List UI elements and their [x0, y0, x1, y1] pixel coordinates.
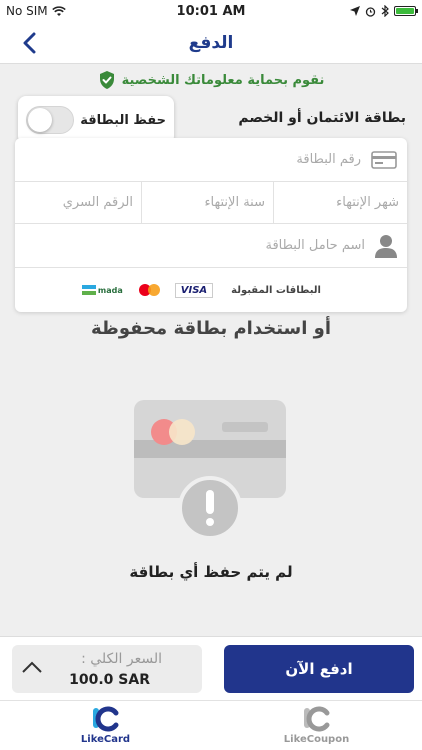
- protection-text: نقوم بحماية معلوماتك الشخصية: [121, 72, 325, 88]
- card-number-field[interactable]: رقم البطاقة: [15, 138, 407, 182]
- expiry-year-placeholder: سنة الإنتهاء: [204, 195, 265, 210]
- accepted-cards-label: البطاقات المقبولة: [231, 284, 321, 296]
- tab-likecard[interactable]: LikeCard: [0, 701, 211, 750]
- page-title: الدفع: [188, 32, 234, 53]
- cvv-placeholder: الرقم السري: [62, 195, 133, 210]
- card-number-placeholder: رقم البطاقة: [296, 152, 361, 167]
- total-price-box[interactable]: السعر الكلي : 100.0 SAR: [12, 645, 202, 693]
- card-form: رقم البطاقة شهر الإنتهاء سنة الإنتهاء ال…: [15, 138, 407, 312]
- mada-logo: mada: [81, 285, 123, 295]
- checkout-bar: السعر الكلي : 100.0 SAR ادفع الآن: [0, 636, 422, 700]
- shield-check-icon: [99, 71, 114, 89]
- tab-bar: LikeCard LikeCoupon: [0, 700, 422, 750]
- status-bar: No SIM 10:01 AM: [0, 0, 422, 22]
- location-arrow-icon: [350, 6, 360, 16]
- no-card-illustration: [134, 400, 286, 540]
- holder-name-placeholder: اسم حامل البطاقة: [265, 238, 365, 253]
- likecard-logo-icon: [92, 706, 118, 732]
- expiry-cvv-row: شهر الإنتهاء سنة الإنتهاء الرقم السري: [15, 182, 407, 224]
- mada-logo-text: mada: [97, 285, 123, 295]
- save-card-toggle-box: حفظ البطاقة: [18, 96, 174, 144]
- person-icon: [375, 234, 397, 258]
- protection-note: نقوم بحماية معلوماتك الشخصية: [0, 70, 422, 90]
- mastercard-logo: [138, 284, 161, 296]
- back-button[interactable]: [14, 28, 44, 58]
- tab-likecoupon-label: LikeCoupon: [283, 734, 350, 745]
- credit-card-icon: [371, 150, 397, 169]
- total-price-label: السعر الكلي :: [81, 651, 162, 667]
- chevron-up-icon[interactable]: [20, 657, 44, 677]
- save-card-switch[interactable]: [26, 106, 74, 134]
- visa-logo: VISA: [174, 282, 214, 298]
- alarm-icon: [365, 6, 376, 17]
- save-card-label: حفظ البطاقة: [80, 112, 166, 128]
- carrier-label: No SIM: [6, 4, 48, 18]
- holder-name-field[interactable]: اسم حامل البطاقة: [15, 224, 407, 268]
- tab-likecard-label: LikeCard: [80, 734, 131, 745]
- tab-likecoupon[interactable]: LikeCoupon: [211, 701, 422, 750]
- clock: 10:01 AM: [176, 3, 246, 19]
- no-saved-cards-message: لم يتم حفظ أي بطاقة: [129, 563, 293, 581]
- bluetooth-icon: [381, 5, 389, 17]
- nav-bar: الدفع: [0, 22, 422, 64]
- switch-knob: [28, 108, 52, 132]
- total-price-value: 100.0 SAR: [69, 672, 150, 688]
- card-section-title: بطاقة الائتمان أو الخصم: [238, 110, 406, 126]
- likecoupon-logo-icon: [303, 706, 329, 732]
- expiry-month-placeholder: شهر الإنتهاء: [336, 195, 399, 210]
- accepted-cards-row: البطاقات المقبولة VISA mada: [15, 268, 407, 312]
- wifi-icon: [51, 5, 66, 16]
- chevron-left-icon: [23, 32, 36, 54]
- cvv-field[interactable]: الرقم السري: [15, 182, 141, 223]
- saved-cards-title: أو استخدام بطاقة محفوظة: [90, 318, 332, 339]
- battery-icon: [394, 6, 418, 16]
- expiry-year-field[interactable]: سنة الإنتهاء: [141, 182, 273, 223]
- pay-now-button[interactable]: ادفع الآن: [224, 645, 414, 693]
- expiry-month-field[interactable]: شهر الإنتهاء: [273, 182, 407, 223]
